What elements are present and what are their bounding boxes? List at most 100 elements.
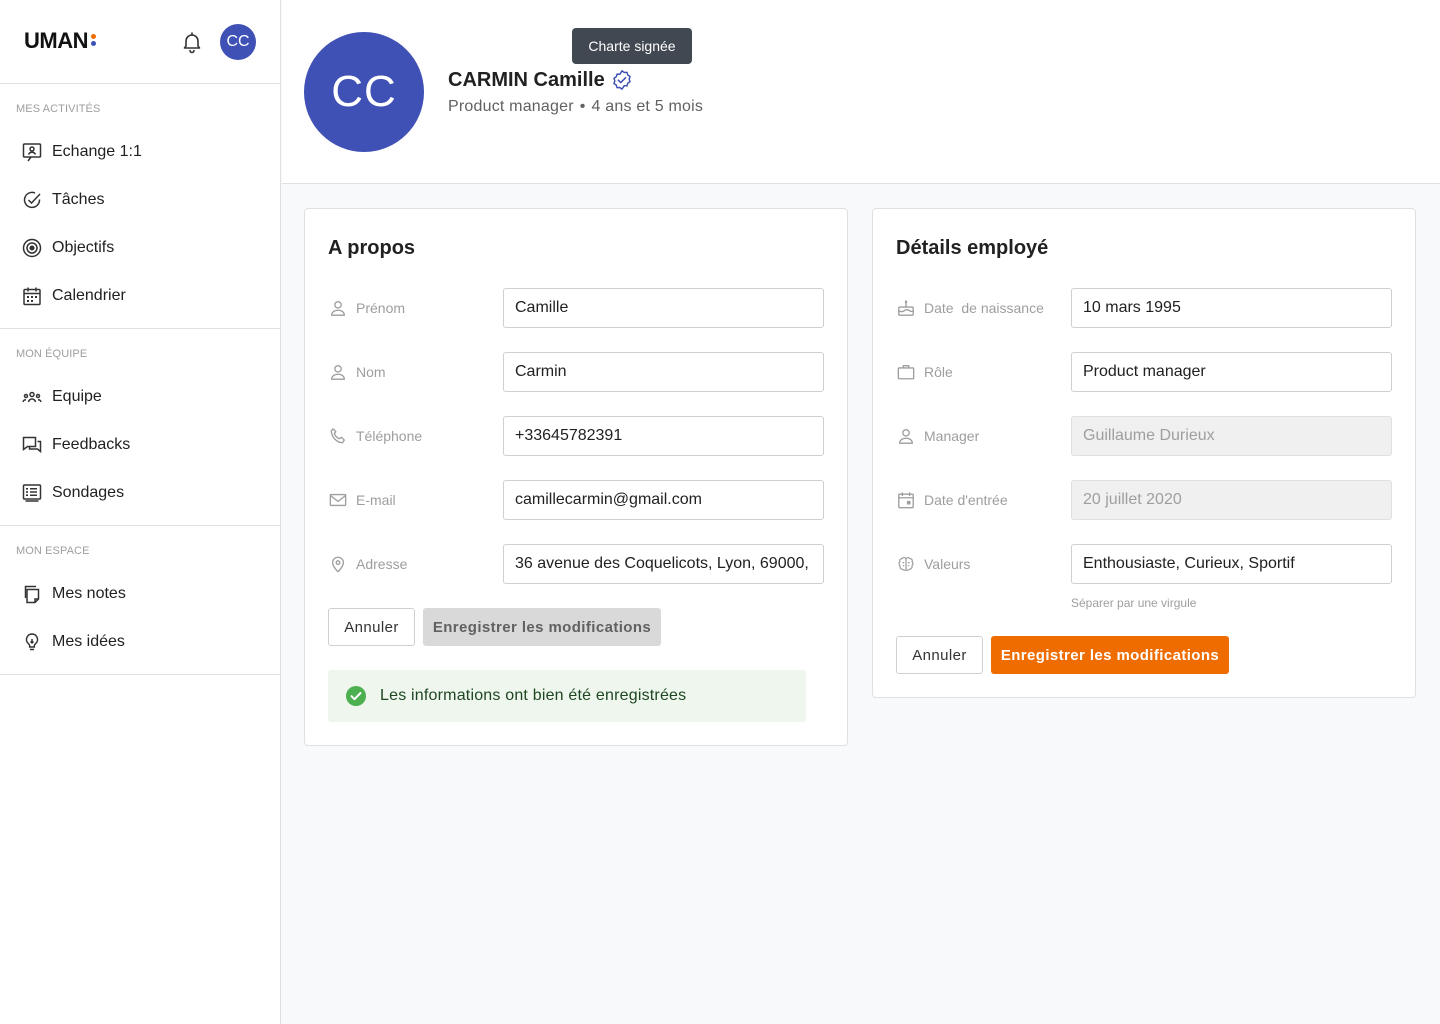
sidebar-item-label: Echange 1:1 [52, 143, 142, 160]
sidebar-item-label: Tâches [52, 191, 105, 208]
person-icon [896, 426, 916, 446]
lastname-row: Nom [328, 352, 824, 392]
details-cancel-button[interactable]: Annuler [896, 636, 983, 674]
phone-label: Téléphone [328, 416, 422, 456]
sidebar-item-label: Sondages [52, 484, 125, 501]
sidebar-item-label: Mes notes [52, 585, 126, 602]
bell-icon[interactable] [180, 30, 204, 54]
details-save-button[interactable]: Enregistrer les modifications [991, 636, 1229, 674]
values-hint: Séparer par une virgule [1071, 596, 1197, 610]
manager-label: Manager [896, 416, 979, 456]
email-input[interactable] [503, 480, 824, 520]
section-mes-activites: Mes activités Echange 1:1 Tâches Objecti… [0, 84, 280, 329]
profile-header: CC CARMIN Camille Product manager • 4 ans … [282, 0, 1440, 184]
label-text: Valeurs [924, 556, 971, 572]
section-mon-equipe: Mon équipe Equipe Feedbacks Sondages [0, 329, 280, 526]
chat-person-icon [22, 142, 42, 162]
logo-dots-icon [91, 34, 96, 46]
email-label: E-mail [328, 480, 396, 520]
sidebar: UMAN CC Mes activités Echange 1:1 Tâches [0, 0, 281, 1024]
sidebar-item-taches[interactable]: Tâches [0, 176, 280, 224]
details-title: Détails employé [896, 237, 1049, 259]
section-title: Mes activités [16, 103, 101, 115]
phone-input[interactable] [503, 416, 824, 456]
section-title: Mon espace [16, 545, 90, 557]
about-title: A propos [328, 237, 416, 259]
values-input[interactable] [1071, 544, 1392, 584]
birthdate-input[interactable] [1071, 288, 1392, 328]
target-icon [22, 238, 42, 258]
verified-badge-icon[interactable] [611, 69, 633, 91]
sidebar-item-mes-notes[interactable]: Mes notes [0, 570, 280, 618]
phone-row: Téléphone [328, 416, 824, 456]
section-title: Mon équipe [16, 348, 88, 360]
sidebar-item-label: Equipe [52, 388, 102, 405]
label-text: Adresse [356, 556, 408, 572]
sidebar-item-feedbacks[interactable]: Feedbacks [0, 421, 280, 469]
birthdate-label: Date de naissance [896, 288, 1044, 328]
role-row: Rôle [896, 352, 1392, 392]
person-icon [328, 298, 348, 318]
tooltip-charte: Charte signée [572, 28, 692, 64]
success-message: Les informations ont bien été enregistré… [380, 687, 687, 704]
role-label: Rôle [896, 352, 953, 392]
check-circle-filled-icon [346, 686, 366, 706]
label-text: Rôle [924, 364, 953, 380]
label-text: Manager [924, 428, 980, 444]
start-date-row: Date d'entrée [896, 480, 1392, 520]
location-pin-icon [328, 554, 348, 574]
uman-logo[interactable]: UMAN [24, 28, 96, 54]
email-row: E-mail [328, 480, 824, 520]
sidebar-item-equipe[interactable]: Equipe [0, 373, 280, 421]
values-label: Valeurs [896, 544, 970, 584]
label-text: Prénom [356, 300, 406, 316]
sidebar-item-calendrier[interactable]: Calendrier [0, 272, 280, 320]
calendar-event-icon [896, 490, 916, 510]
lastname-input[interactable] [503, 352, 824, 392]
logo-text: UMAN [24, 28, 89, 53]
address-label: Adresse [328, 544, 407, 584]
about-cancel-button[interactable]: Annuler [328, 608, 415, 646]
sidebar-header: UMAN CC [0, 0, 280, 84]
notes-icon [22, 584, 42, 604]
check-circle-icon [22, 190, 42, 210]
manager-row: Manager [896, 416, 1392, 456]
employee-details-card: Détails employé Date de naissance Rôle M… [872, 208, 1416, 698]
label-text: Téléphone [356, 428, 423, 444]
sidebar-item-echange[interactable]: Echange 1:1 [0, 128, 280, 176]
label-text: Date d'entrée [924, 492, 1008, 508]
phone-icon [328, 426, 348, 446]
firstname-label: Prénom [328, 288, 405, 328]
sidebar-item-label: Calendrier [52, 287, 126, 304]
profile-tenure: 4 ans et 5 mois [591, 98, 704, 115]
person-icon [328, 362, 348, 382]
brain-icon [896, 554, 916, 574]
manager-input [1071, 416, 1392, 456]
feedback-icon [22, 435, 42, 455]
sidebar-item-label: Mes idées [52, 633, 125, 650]
lastname-label: Nom [328, 352, 386, 392]
mail-icon [328, 490, 348, 510]
sidebar-item-mes-idees[interactable]: Mes idées [0, 618, 280, 666]
profile-role: Product manager [448, 98, 574, 115]
birthdate-row: Date de naissance [896, 288, 1392, 328]
address-row: Adresse [328, 544, 824, 584]
user-avatar[interactable]: CC [220, 24, 256, 60]
section-mon-espace: Mon espace Mes notes Mes idées [0, 526, 280, 675]
sidebar-item-objectifs[interactable]: Objectifs [0, 224, 280, 272]
survey-icon [22, 483, 42, 503]
briefcase-icon [896, 362, 916, 382]
firstname-input[interactable] [503, 288, 824, 328]
label-text: Nom [356, 364, 386, 380]
start-date-input [1071, 480, 1392, 520]
sidebar-item-sondages[interactable]: Sondages [0, 469, 280, 517]
sidebar-item-label: Feedbacks [52, 436, 131, 453]
about-save-button[interactable]: Enregistrer les modifications [423, 608, 661, 646]
sidebar-item-label: Objectifs [52, 239, 115, 256]
cake-icon [896, 298, 916, 318]
address-input[interactable] [503, 544, 824, 584]
profile-avatar: CC [304, 32, 424, 152]
role-input[interactable] [1071, 352, 1392, 392]
values-row: Valeurs [896, 544, 1392, 584]
about-card: A propos Prénom Nom Téléphone E-mail A [304, 208, 848, 746]
